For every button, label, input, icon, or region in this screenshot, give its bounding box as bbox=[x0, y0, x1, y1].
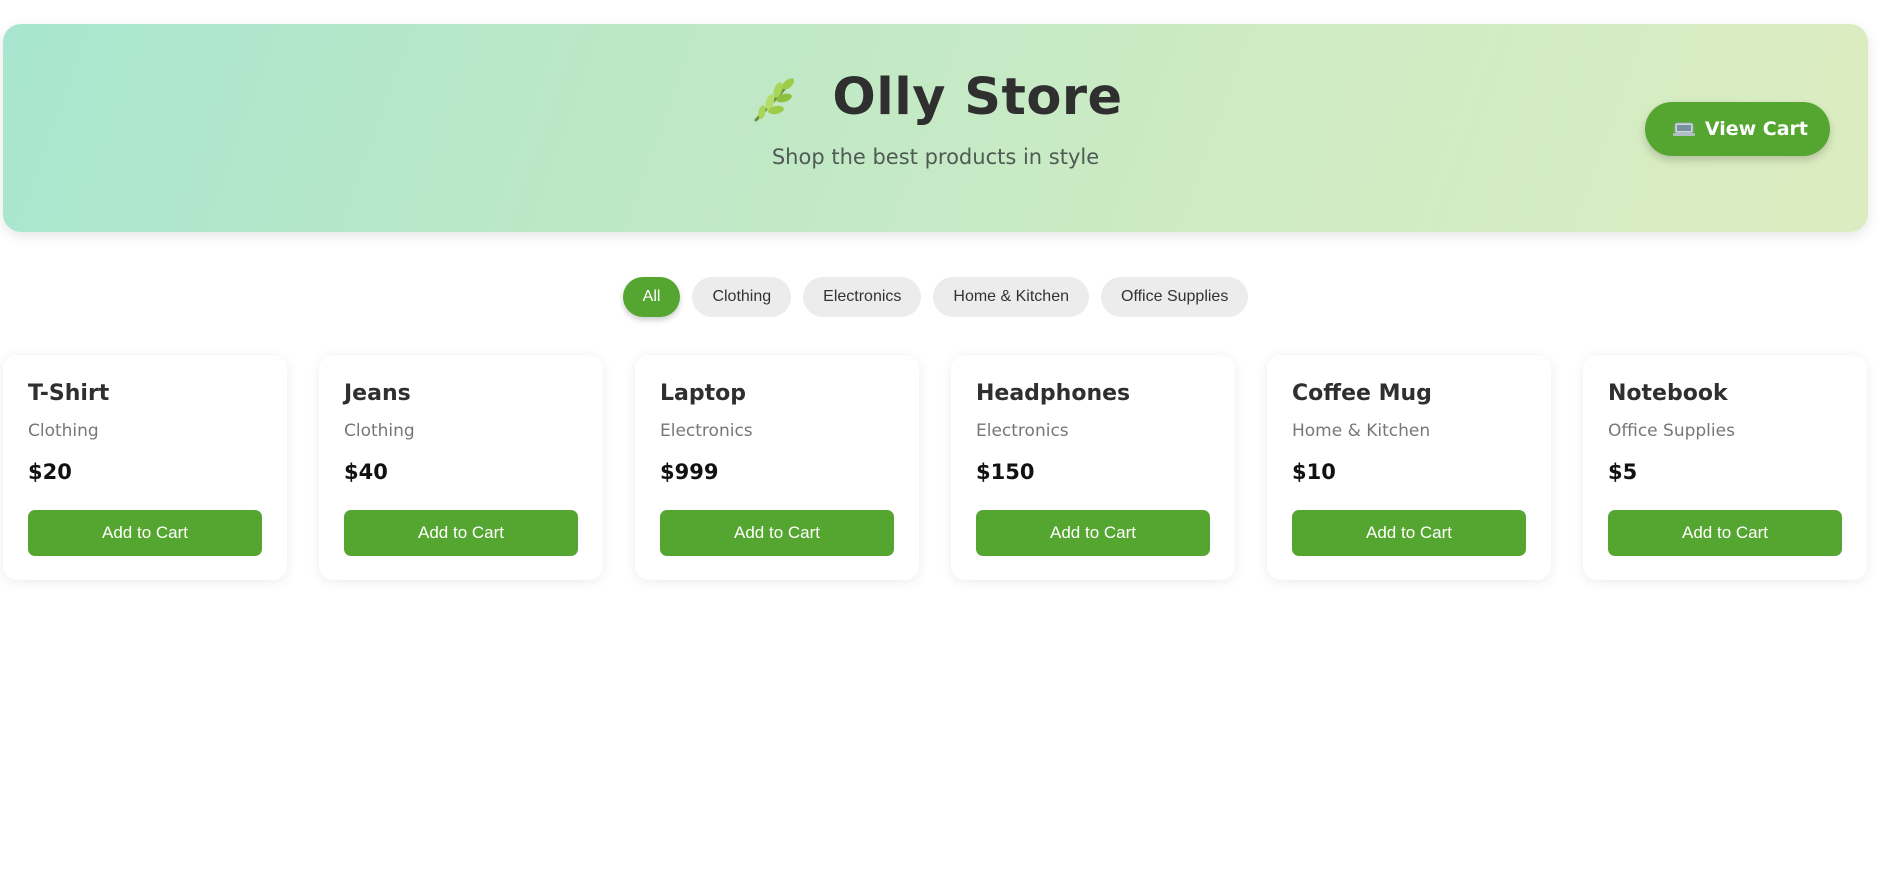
product-name: T-Shirt bbox=[28, 381, 110, 406]
product-name: Headphones bbox=[976, 381, 1131, 406]
filter-home-kitchen[interactable]: Home & Kitchen bbox=[933, 277, 1089, 317]
product-price: $150 bbox=[976, 460, 1035, 484]
product-price: $20 bbox=[28, 460, 72, 484]
product-category: Office Supplies bbox=[1608, 421, 1735, 441]
product-card: Laptop Electronics $999 Add to Cart bbox=[635, 355, 919, 580]
product-price: $10 bbox=[1292, 460, 1336, 484]
product-price: $5 bbox=[1608, 460, 1638, 484]
product-category: Electronics bbox=[976, 421, 1069, 441]
product-card: Headphones Electronics $150 Add to Cart bbox=[951, 355, 1235, 580]
product-grid: T-Shirt Clothing $20 Add to Cart Jeans C… bbox=[3, 355, 1867, 580]
product-name: Jeans bbox=[344, 381, 411, 406]
add-to-cart-button[interactable]: Add to Cart bbox=[344, 510, 578, 556]
category-filters: All Clothing Electronics Home & Kitchen … bbox=[0, 277, 1871, 317]
product-card: Notebook Office Supplies $5 Add to Cart bbox=[1583, 355, 1867, 580]
product-name: Coffee Mug bbox=[1292, 381, 1432, 406]
add-to-cart-button[interactable]: Add to Cart bbox=[1608, 510, 1842, 556]
filter-office-supplies[interactable]: Office Supplies bbox=[1101, 277, 1249, 317]
product-category: Electronics bbox=[660, 421, 753, 441]
product-card: Jeans Clothing $40 Add to Cart bbox=[319, 355, 603, 580]
add-to-cart-button[interactable]: Add to Cart bbox=[1292, 510, 1526, 556]
view-cart-label: View Cart bbox=[1704, 118, 1808, 140]
filter-all[interactable]: All bbox=[622, 277, 681, 317]
add-to-cart-button[interactable]: Add to Cart bbox=[660, 510, 894, 556]
leaf-icon bbox=[748, 70, 804, 126]
product-category: Clothing bbox=[28, 421, 99, 441]
product-category: Home & Kitchen bbox=[1292, 421, 1431, 441]
product-name: Notebook bbox=[1608, 381, 1728, 406]
product-card: T-Shirt Clothing $20 Add to Cart bbox=[3, 355, 287, 580]
product-category: Clothing bbox=[344, 421, 415, 441]
product-name: Laptop bbox=[660, 381, 746, 406]
product-price: $40 bbox=[344, 460, 388, 484]
add-to-cart-button[interactable]: Add to Cart bbox=[976, 510, 1210, 556]
add-to-cart-button[interactable]: Add to Cart bbox=[28, 510, 262, 556]
cart-icon bbox=[1672, 120, 1695, 138]
brand: Olly Store bbox=[3, 68, 1868, 127]
filter-clothing[interactable]: Clothing bbox=[692, 277, 792, 317]
store-header: Olly Store Shop the best products in sty… bbox=[3, 24, 1868, 232]
product-price: $999 bbox=[660, 460, 719, 484]
store-subtitle: Shop the best products in style bbox=[771, 145, 1100, 169]
store-title: Olly Store bbox=[832, 68, 1123, 127]
view-cart-button[interactable]: View Cart bbox=[1644, 102, 1830, 156]
product-card: Coffee Mug Home & Kitchen $10 Add to Car… bbox=[1267, 355, 1551, 580]
filter-electronics[interactable]: Electronics bbox=[803, 277, 922, 317]
